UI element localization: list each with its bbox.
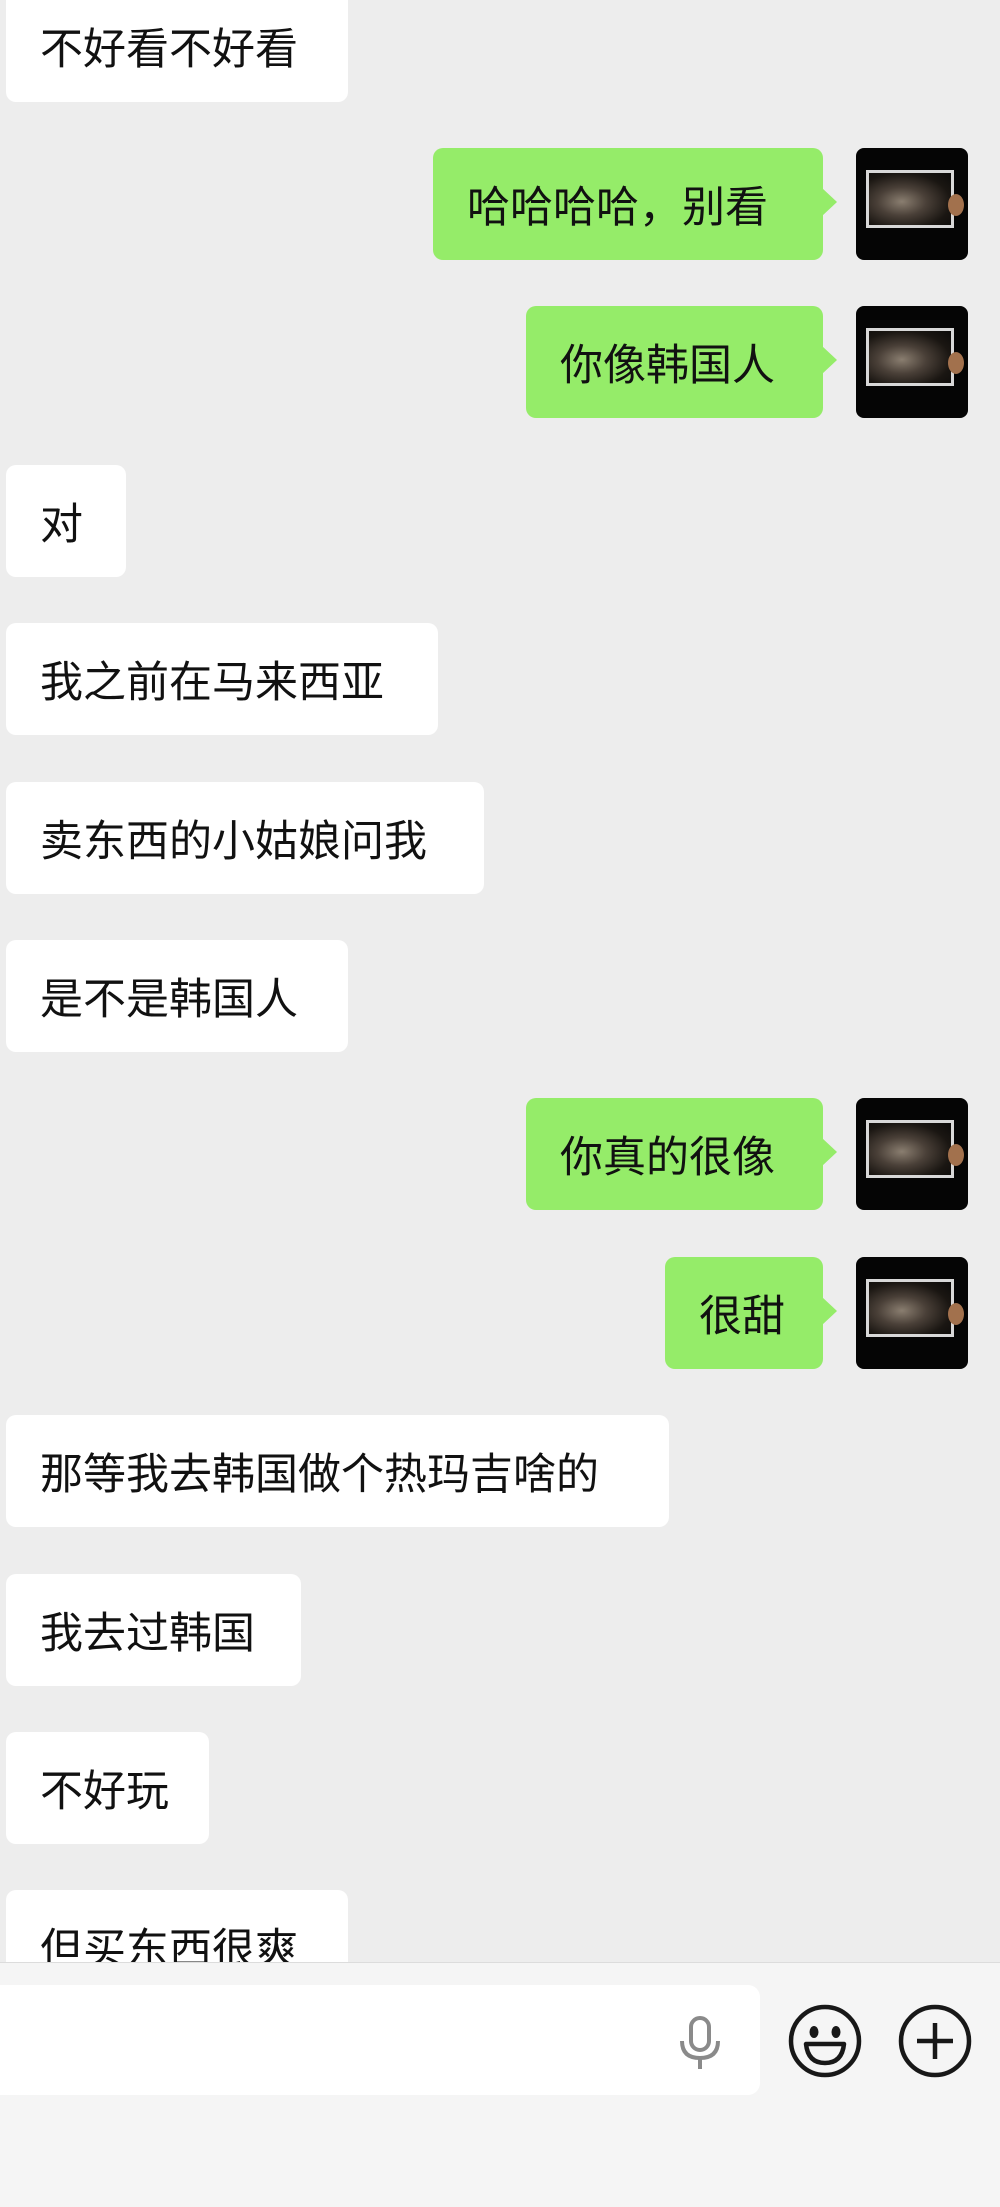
message-outgoing: 你真的很像 bbox=[526, 1098, 837, 1210]
message-bubble[interactable]: 但买东西很爽 bbox=[6, 1890, 348, 1962]
avatar-picture-frame bbox=[866, 328, 954, 386]
chat-input-bar bbox=[0, 1962, 1000, 2207]
message-incoming: 那等我去韩国做个热玛吉啥的 bbox=[6, 1415, 669, 1527]
message-bubble[interactable]: 不好玩 bbox=[6, 1732, 209, 1844]
message-bubble[interactable]: 哈哈哈哈，别看 bbox=[433, 148, 837, 260]
avatar-face bbox=[948, 1144, 964, 1166]
sender-avatar[interactable] bbox=[856, 306, 968, 418]
message-bubble[interactable]: 我之前在马来西亚 bbox=[6, 623, 438, 735]
emoji-face-icon[interactable] bbox=[787, 2003, 863, 2079]
avatar-face bbox=[948, 1303, 964, 1325]
message-incoming: 对 bbox=[6, 465, 126, 577]
message-incoming: 但买东西很爽 bbox=[6, 1890, 348, 1962]
avatar-face bbox=[948, 194, 964, 216]
avatar-picture-frame bbox=[866, 170, 954, 228]
sender-avatar[interactable] bbox=[856, 148, 968, 260]
message-outgoing: 哈哈哈哈，别看 bbox=[433, 148, 837, 260]
message-bubble[interactable]: 那等我去韩国做个热玛吉啥的 bbox=[6, 1415, 669, 1527]
message-bubble[interactable]: 卖东西的小姑娘问我 bbox=[6, 782, 484, 894]
avatar-picture-frame bbox=[866, 1279, 954, 1337]
message-incoming: 我之前在马来西亚 bbox=[6, 623, 438, 735]
message-outgoing: 你像韩国人 bbox=[526, 306, 837, 418]
sender-avatar[interactable] bbox=[856, 1257, 968, 1369]
message-bubble[interactable]: 是不是韩国人 bbox=[6, 940, 348, 1052]
message-bubble[interactable]: 不好看不好看 bbox=[6, 0, 348, 102]
avatar-face bbox=[948, 352, 964, 374]
message-bubble[interactable]: 你像韩国人 bbox=[526, 306, 837, 418]
message-bubble[interactable]: 很甜 bbox=[665, 1257, 837, 1369]
plus-circle-icon[interactable] bbox=[897, 2003, 973, 2079]
message-incoming: 不好玩 bbox=[6, 1732, 209, 1844]
message-bubble[interactable]: 你真的很像 bbox=[526, 1098, 837, 1210]
message-incoming: 是不是韩国人 bbox=[6, 940, 348, 1052]
avatar-picture-frame bbox=[866, 1120, 954, 1178]
sender-avatar[interactable] bbox=[856, 1098, 968, 1210]
microphone-icon[interactable] bbox=[675, 2015, 725, 2071]
message-bubble[interactable]: 我去过韩国 bbox=[6, 1574, 301, 1686]
message-input[interactable] bbox=[0, 1985, 760, 2095]
message-incoming: 卖东西的小姑娘问我 bbox=[6, 782, 484, 894]
message-incoming: 我去过韩国 bbox=[6, 1574, 301, 1686]
message-outgoing: 很甜 bbox=[665, 1257, 837, 1369]
message-incoming: 不好看不好看 bbox=[6, 0, 348, 102]
message-bubble[interactable]: 对 bbox=[6, 465, 126, 577]
chat-message-list[interactable]: 不好看不好看 哈哈哈哈，别看 你像韩国人 对 我之前在马来西亚 卖东西的小姑娘问… bbox=[0, 0, 1000, 1962]
